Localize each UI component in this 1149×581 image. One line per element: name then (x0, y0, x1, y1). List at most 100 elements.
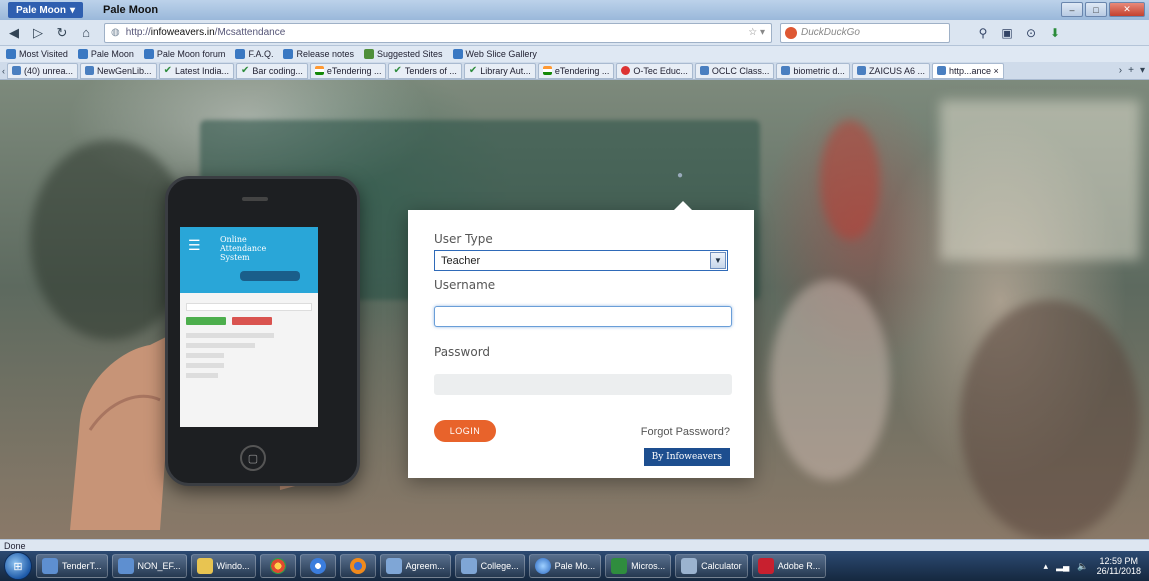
back-icon[interactable]: ◀ (4, 23, 24, 43)
bookmarks-bar: Most Visited Pale Moon Pale Moon forum F… (0, 46, 1149, 62)
tab-strip: ‹ (40) unrea... NewGenLib... ✔ Latest Ind… (0, 62, 1149, 80)
bookmark-item[interactable]: Most Visited (6, 49, 68, 59)
user-type-select[interactable]: Teacher ▼ (434, 250, 728, 271)
forward-icon[interactable]: ▷ (28, 23, 48, 43)
start-button[interactable]: ⊞ (4, 552, 32, 580)
login-button[interactable]: LOGIN (434, 420, 496, 442)
bookmark-star-icon[interactable]: ☆ ▾ (748, 27, 765, 38)
user-type-label: User Type (434, 232, 493, 246)
vendor-badge[interactable]: By Infoweavers (643, 448, 730, 466)
search-icon[interactable]: ⚲ (974, 24, 992, 42)
web-slice-icon (452, 49, 463, 59)
maximize-button[interactable]: □ (1085, 2, 1107, 17)
phone-text-line (186, 333, 275, 338)
minimize-button[interactable]: – (1061, 2, 1083, 17)
taskbar-item[interactable]: Pale Mo... (528, 554, 602, 578)
taskbar-item[interactable]: TenderT... (36, 554, 108, 578)
taskbar-item[interactable]: College... (454, 554, 525, 578)
password-field[interactable] (434, 374, 732, 395)
tab[interactable]: eTendering ... (309, 62, 387, 79)
forgot-password-link[interactable]: Forgot Password? (641, 426, 730, 438)
taskbar-item[interactable]: Micros... (605, 554, 672, 578)
taskbar-item[interactable]: NON_EF... (111, 554, 187, 578)
bookmark-item[interactable]: Pale Moon forum (143, 49, 225, 59)
tab[interactable]: NewGenLib... (80, 62, 157, 79)
background-student (820, 120, 880, 240)
phone-text-line (186, 373, 218, 378)
phone-app-body (180, 293, 318, 389)
tab-active[interactable]: http...ance × (931, 62, 1004, 79)
app-menu-button[interactable]: Pale Moon ▾ (8, 2, 84, 18)
panel-icon[interactable]: ▣ (998, 24, 1016, 42)
username-field[interactable] (434, 306, 732, 327)
tab[interactable]: ✔ Latest India... (158, 62, 234, 79)
tray-expand-icon[interactable]: ▴ (1044, 561, 1049, 572)
folder-icon (196, 558, 213, 574)
taskbar-item[interactable]: Windo... (190, 554, 256, 578)
phone-text-line (186, 343, 256, 348)
tab-list-icon[interactable]: ▾ (1140, 65, 1145, 76)
app-icon (385, 558, 402, 574)
status-text: Done (4, 540, 26, 551)
chevron-down-icon[interactable]: ▼ (710, 252, 726, 269)
palemoon-icon (77, 49, 88, 59)
system-tray: ▴ ▂▄ 🔈 12:59 PM 26/11/2018 (1044, 556, 1149, 576)
volume-icon[interactable]: 🔈 (1077, 561, 1088, 572)
bookmark-item[interactable]: Pale Moon (77, 49, 134, 59)
tab[interactable]: ✔ Tenders of ... (388, 62, 462, 79)
tab[interactable]: biometric d... (776, 62, 850, 79)
close-button[interactable]: ✕ (1109, 2, 1145, 17)
background-window (940, 100, 1140, 260)
tab[interactable]: ✔ Library Aut... (463, 62, 536, 79)
palemoon-icon (235, 49, 246, 59)
taskbar-item[interactable] (299, 554, 336, 578)
bookmark-item[interactable]: Release notes (283, 49, 354, 59)
tab-scroll-left-icon[interactable]: ‹ (2, 66, 5, 76)
phone-app-buttons (186, 317, 312, 325)
taskbar-item[interactable]: Adobe R... (751, 554, 827, 578)
tab[interactable]: ZAICUS A6 ... (851, 62, 930, 79)
phone-mockup: ☰ Online Attendance System ▢ (165, 176, 360, 486)
tab[interactable]: OCLC Class... (694, 62, 775, 79)
bookmark-item[interactable]: Web Slice Gallery (452, 49, 537, 59)
address-bar[interactable]: ◍ http://infoweavers.in/Mcsattendance ☆ … (104, 22, 772, 43)
clock[interactable]: 12:59 PM 26/11/2018 (1097, 556, 1141, 576)
background-student (960, 300, 1140, 539)
check-icon: ✔ (241, 65, 250, 76)
home-icon[interactable]: ⌂ (76, 23, 96, 43)
suggested-sites-icon (364, 49, 374, 59)
taskbar-item[interactable]: Calculator (675, 554, 748, 578)
phone-app-logo (240, 271, 300, 281)
reload-icon[interactable]: ↻ (52, 23, 72, 43)
page-viewport: ☰ Online Attendance System ▢ ● User Type… (0, 80, 1149, 539)
download-icon[interactable]: ⬇ (1046, 24, 1064, 42)
user-type-value: Teacher (441, 254, 481, 267)
tab[interactable]: eTendering ... (537, 62, 615, 79)
bookmark-item[interactable]: F.A.Q. (235, 49, 273, 59)
tab[interactable]: (40) unrea... (7, 62, 79, 79)
tab-scroll-right-icon[interactable]: › (1119, 65, 1122, 76)
new-tab-icon[interactable]: + (1128, 65, 1134, 76)
addon-icon[interactable]: ⊙ (1022, 24, 1040, 42)
search-input[interactable]: DuckDuckGo (780, 22, 950, 43)
status-bar: Done (0, 539, 1149, 551)
palemoon-icon (143, 49, 154, 59)
phone-text-line (186, 363, 224, 368)
tab[interactable]: ✔ Bar coding... (236, 62, 308, 79)
firefox-icon (349, 558, 366, 574)
taskbar-item[interactable] (339, 554, 376, 578)
taskbar-item[interactable] (259, 554, 296, 578)
network-icon[interactable]: ▂▄ (1056, 561, 1069, 572)
hamburger-menu-icon: ☰ (188, 237, 201, 253)
tab[interactable]: O-Tec Educ... (616, 62, 693, 79)
globe-icon (936, 66, 946, 75)
navigation-bar: ◀ ▷ ↻ ⌂ ◍ http://infoweavers.in/Mcsatten… (0, 20, 1149, 46)
phone-text-line (186, 353, 224, 358)
bookmark-item[interactable]: Suggested Sites (364, 49, 443, 59)
chrome-icon (269, 558, 286, 574)
app-icon (460, 558, 477, 574)
taskbar-item[interactable]: Agreem... (379, 554, 451, 578)
background-student (770, 280, 890, 480)
login-form: User Type Teacher ▼ Username Password LO… (408, 201, 754, 478)
adobe-reader-icon (757, 558, 774, 574)
